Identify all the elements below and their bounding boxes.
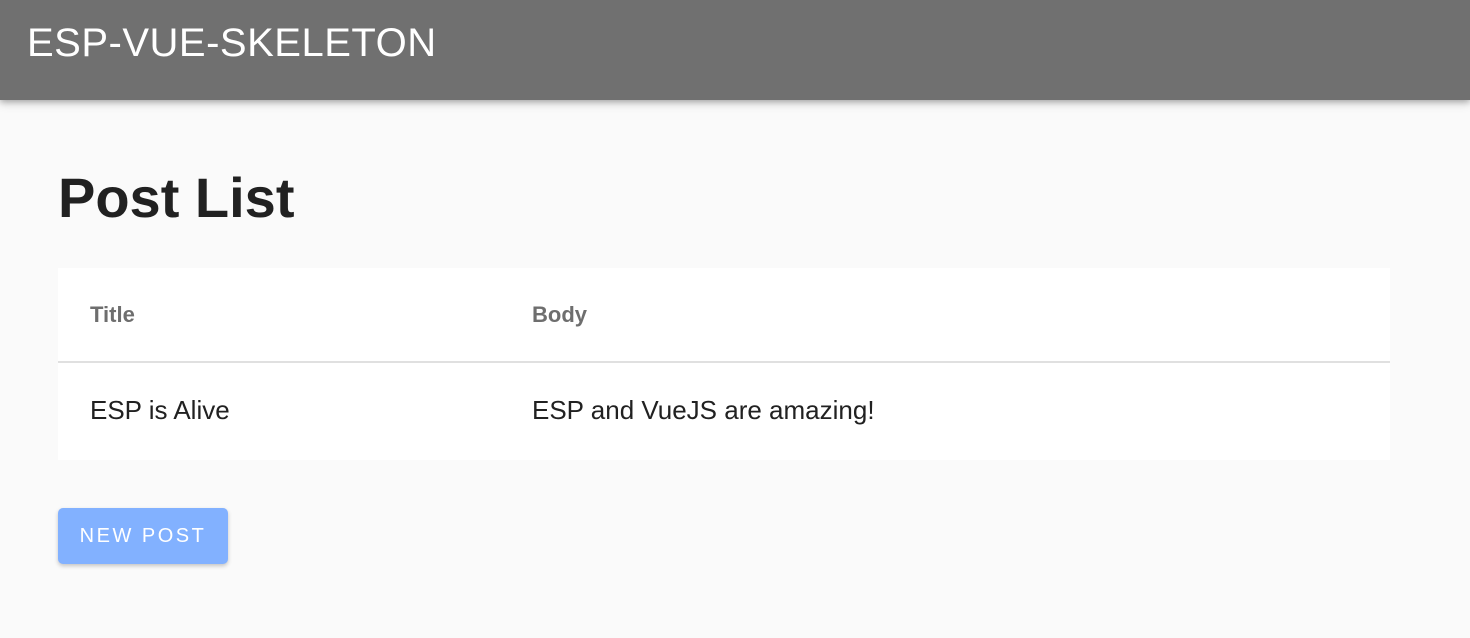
app-title: ESP-VUE-SKELETON	[27, 21, 437, 65]
app-bar: ESP-VUE-SKELETON	[0, 0, 1470, 100]
column-header-title[interactable]: Title	[58, 268, 500, 362]
page-title: Post List	[58, 166, 295, 229]
cell-title: ESP is Alive	[90, 395, 230, 425]
post-table: Title Body ESP is Alive ESP and VueJS ar…	[58, 268, 1390, 458]
column-header-body[interactable]: Body	[500, 268, 1390, 362]
cell-body: ESP and VueJS are amazing!	[532, 395, 875, 425]
table-body: ESP is Alive ESP and VueJS are amazing!	[58, 362, 1390, 458]
table-row[interactable]: ESP is Alive ESP and VueJS are amazing!	[58, 362, 1390, 458]
table-header-row: Title Body	[58, 268, 1390, 362]
table-header: Title Body	[58, 268, 1390, 362]
post-table-card: Title Body ESP is Alive ESP and VueJS ar…	[58, 268, 1390, 460]
new-post-button[interactable]: New Post	[58, 508, 228, 564]
